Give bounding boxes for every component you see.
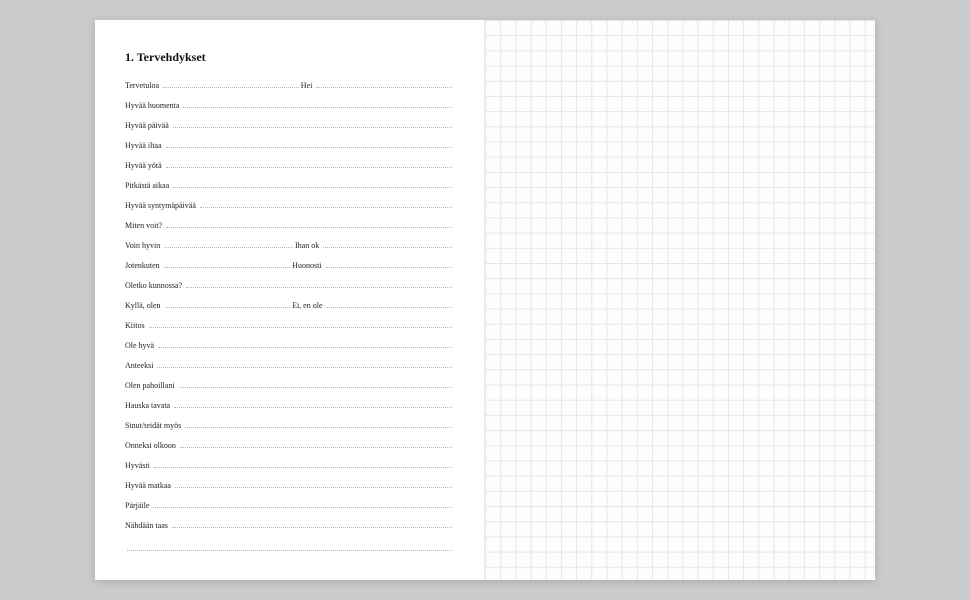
fill-dots xyxy=(172,519,452,528)
fill-dots xyxy=(323,239,452,248)
fill-dots xyxy=(173,119,452,128)
entry-term: Huonosti xyxy=(292,261,323,270)
entry-row: Pitkästä aikaa xyxy=(125,179,454,199)
fill-dots xyxy=(153,499,452,508)
entry-term: Kyllä, olen xyxy=(125,301,163,310)
entry-term: Miten voit? xyxy=(125,221,164,230)
entry-term: Hyvää iltaa xyxy=(125,141,164,150)
fill-dots xyxy=(166,159,452,168)
fill-dots xyxy=(175,479,452,488)
entry-term: Anteeksi xyxy=(125,361,155,370)
fill-dots xyxy=(166,139,452,148)
entry-term: Sinut/teidät myös xyxy=(125,421,183,430)
blank-entry-row xyxy=(125,539,454,559)
fill-dots xyxy=(164,239,293,248)
fill-dots xyxy=(326,259,453,268)
entry-row: Oletko kunnossa? xyxy=(125,279,454,299)
fill-dots xyxy=(166,219,452,228)
entry-term: Jotenkuten xyxy=(125,261,162,270)
entry-row: Hyvää yötä xyxy=(125,159,454,179)
fill-dots xyxy=(127,539,452,551)
fill-dots xyxy=(186,279,452,288)
entry-term: Hyvää syntymäpäivää xyxy=(125,201,198,210)
entry-term: Hauska tavata xyxy=(125,401,172,410)
fill-dots xyxy=(154,459,452,468)
fill-dots xyxy=(163,79,299,88)
entry-term: Pärjäile xyxy=(125,501,151,510)
entry-term: Tervetuloa xyxy=(125,81,161,90)
entry-row: Ole hyvä xyxy=(125,339,454,359)
entry-row: Pärjäile xyxy=(125,499,454,519)
entry-row: Hyvää päivää xyxy=(125,119,454,139)
entry-term: Olen pahoillani xyxy=(125,381,177,390)
fill-dots xyxy=(165,299,291,308)
fill-dots xyxy=(185,419,452,428)
entry-row: Voin hyvin Ihan ok xyxy=(125,239,454,259)
entry-row: Olen pahoillani xyxy=(125,379,454,399)
fill-dots xyxy=(183,99,452,108)
entry-term: Pitkästä aikaa xyxy=(125,181,171,190)
entry-row: Hyvää iltaa xyxy=(125,139,454,159)
entry-row: Nähdään taas xyxy=(125,519,454,539)
fill-dots xyxy=(158,339,452,348)
entry-term: Hyvää yötä xyxy=(125,161,164,170)
entry-term: Oletko kunnossa? xyxy=(125,281,184,290)
fill-dots xyxy=(327,299,453,308)
fill-dots xyxy=(173,179,452,188)
entry-term: Hyvästi xyxy=(125,461,152,470)
entry-term: Hyvää huomenta xyxy=(125,101,181,110)
entry-row: Miten voit? xyxy=(125,219,454,239)
entry-term: Onneksi olkoon xyxy=(125,441,178,450)
entry-row: Hyvää matkaa xyxy=(125,479,454,499)
entry-row: Hauska tavata xyxy=(125,399,454,419)
fill-dots xyxy=(164,259,291,268)
entry-row: Kyllä, olen Ei, en ole xyxy=(125,299,454,319)
notebook-spread: 1. Tervehdykset Tervetuloa Hei Hyvää huome… xyxy=(95,20,875,580)
fill-dots xyxy=(179,379,452,388)
right-page-grid xyxy=(485,20,875,580)
entry-row: Hyvää huomenta xyxy=(125,99,454,119)
entry-term: Hyvää päivää xyxy=(125,121,171,130)
entry-row: Hyvää syntymäpäivää xyxy=(125,199,454,219)
entries-list: Tervetuloa Hei Hyvää huomenta Hyvää päivää H… xyxy=(125,79,454,559)
entry-row: Onneksi olkoon xyxy=(125,439,454,459)
entry-row: Tervetuloa Hei xyxy=(125,79,454,99)
entry-row: Kiitos xyxy=(125,319,454,339)
entry-row: Hyvästi xyxy=(125,459,454,479)
fill-dots xyxy=(174,399,452,408)
entry-term: Voin hyvin xyxy=(125,241,162,250)
fill-dots xyxy=(316,79,452,88)
entry-term: Hyvää matkaa xyxy=(125,481,173,490)
fill-dots xyxy=(149,319,452,328)
fill-dots xyxy=(157,359,452,368)
entry-row: Jotenkuten Huonosti xyxy=(125,259,454,279)
entry-term: Ihan ok xyxy=(295,241,321,250)
entry-term: Ei, en ole xyxy=(292,301,324,310)
entry-term: Nähdään taas xyxy=(125,521,170,530)
section-heading: 1. Tervehdykset xyxy=(125,50,454,65)
fill-dots xyxy=(200,199,452,208)
entry-row: Anteeksi xyxy=(125,359,454,379)
fill-dots xyxy=(180,439,452,448)
left-page: 1. Tervehdykset Tervetuloa Hei Hyvää huome… xyxy=(95,20,485,580)
entry-term: Hei xyxy=(301,81,315,90)
entry-term: Ole hyvä xyxy=(125,341,156,350)
entry-term: Kiitos xyxy=(125,321,147,330)
entry-row: Sinut/teidät myös xyxy=(125,419,454,439)
